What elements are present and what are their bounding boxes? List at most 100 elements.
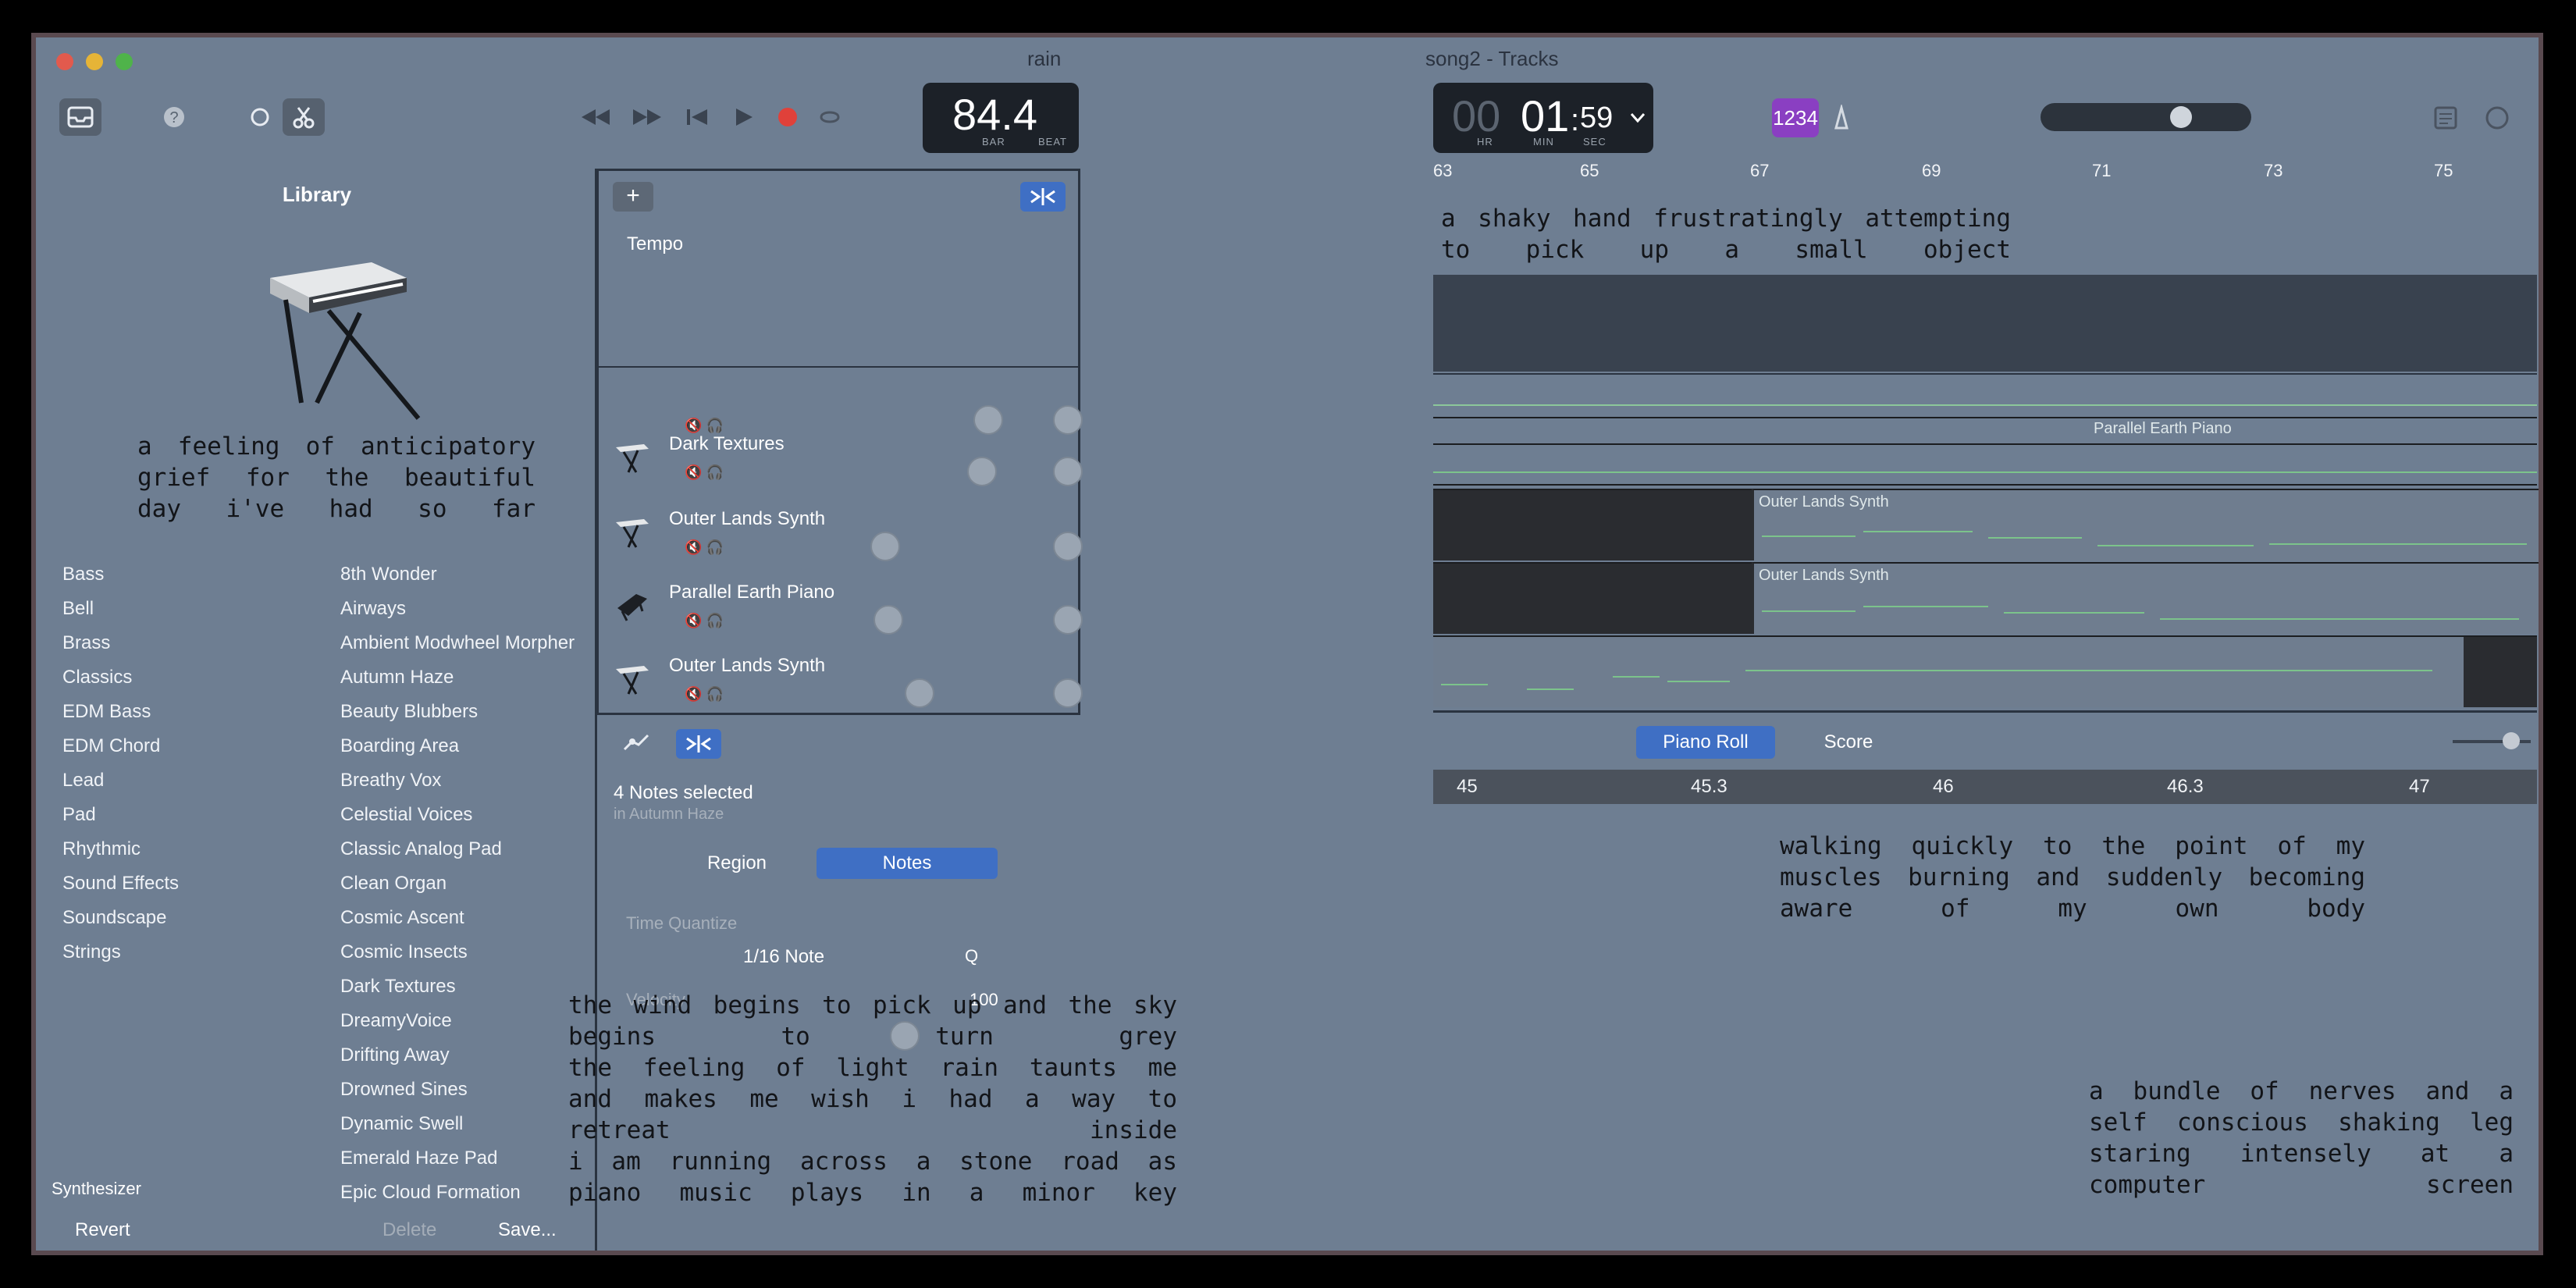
- library-footer-label: Synthesizer: [52, 1179, 141, 1198]
- close-button[interactable]: [56, 53, 73, 70]
- library-patch[interactable]: Breathy Vox: [340, 763, 575, 798]
- tab-piano-roll[interactable]: Piano Roll: [1636, 726, 1775, 759]
- mute-icon[interactable]: 🔇: [685, 686, 702, 702]
- help-button[interactable]: ?: [153, 98, 195, 136]
- track-name[interactable]: Outer Lands Synth: [669, 655, 825, 677]
- library-category[interactable]: EDM Bass: [62, 695, 179, 729]
- track-volume-slider[interactable]: [905, 678, 934, 708]
- fast-forward-button[interactable]: [626, 98, 668, 136]
- library-category[interactable]: Bell: [62, 592, 179, 626]
- track-pan-knob[interactable]: [1053, 605, 1083, 635]
- library-category[interactable]: Lead: [62, 763, 179, 798]
- region-parallel-earth-piano[interactable]: Parallel Earth Piano: [2094, 420, 2232, 438]
- headphones-icon[interactable]: 🎧: [706, 686, 723, 702]
- track-name[interactable]: Parallel Earth Piano: [669, 582, 834, 603]
- library-patch[interactable]: Cosmic Insects: [340, 935, 575, 970]
- loop-browser-icon[interactable]: [2484, 105, 2510, 131]
- overlay-line: the feeling of light rain taunts me: [568, 1054, 1177, 1082]
- master-volume-slider[interactable]: [2041, 103, 2251, 131]
- mute-icon[interactable]: 🔇: [685, 539, 702, 555]
- play-button[interactable]: [723, 98, 765, 136]
- pr-ruler-46: 46: [1933, 776, 1954, 797]
- library-patch[interactable]: Cosmic Ascent: [340, 901, 575, 935]
- library-category[interactable]: Strings: [62, 935, 179, 970]
- library-category[interactable]: Bass: [62, 557, 179, 592]
- track-pan-knob[interactable]: [1053, 532, 1083, 561]
- go-to-beginning-button[interactable]: [676, 98, 718, 136]
- library-patch[interactable]: Beauty Blubbers: [340, 695, 575, 729]
- track-name[interactable]: Dark Textures: [669, 433, 785, 455]
- minimize-button[interactable]: [86, 53, 103, 70]
- tab-score[interactable]: Score: [1808, 726, 1889, 759]
- chevron-down-icon[interactable]: [1630, 112, 1646, 123]
- rewind-button[interactable]: [575, 98, 617, 136]
- library-category[interactable]: Pad: [62, 798, 179, 832]
- headphones-icon[interactable]: 🎧: [706, 418, 723, 433]
- track-0-pan[interactable]: [1053, 405, 1083, 435]
- editors-button[interactable]: [283, 98, 325, 136]
- track-name[interactable]: Outer Lands Synth: [669, 508, 825, 530]
- mute-icon[interactable]: 🔇: [685, 613, 702, 628]
- library-patch[interactable]: Epic Cloud Formation: [340, 1176, 575, 1210]
- library-patch[interactable]: Drowned Sines: [340, 1073, 575, 1107]
- library-patch[interactable]: 8th Wonder: [340, 557, 575, 592]
- mute-icon[interactable]: 🔇: [685, 464, 702, 480]
- library-patch[interactable]: Dark Textures: [340, 970, 575, 1004]
- library-button[interactable]: [59, 98, 101, 136]
- quantize-button[interactable]: Q: [965, 946, 978, 966]
- library-category[interactable]: EDM Chord: [62, 729, 179, 763]
- tab-notes[interactable]: Notes: [817, 848, 998, 879]
- library-patch[interactable]: Drifting Away: [340, 1038, 575, 1073]
- record-button[interactable]: [767, 98, 809, 136]
- library-patch[interactable]: Airways: [340, 592, 575, 626]
- library-patch[interactable]: Ambient Modwheel Morpher: [340, 626, 575, 660]
- track-volume-slider[interactable]: [967, 457, 997, 486]
- time-quantize-select[interactable]: 1/16 Note: [743, 946, 824, 968]
- save-button[interactable]: Save...: [498, 1219, 557, 1241]
- region-outer-lands-synth-1[interactable]: Outer Lands Synth: [1752, 489, 2539, 560]
- library-patch[interactable]: Boarding Area: [340, 729, 575, 763]
- editor-catch-button[interactable]: [676, 729, 721, 759]
- add-track-button[interactable]: +: [613, 182, 653, 212]
- region-synth-3[interactable]: [1433, 635, 2464, 707]
- metronome-icon[interactable]: [1828, 105, 1855, 131]
- library-category[interactable]: Sound Effects: [62, 866, 179, 901]
- track-0-volume[interactable]: [973, 405, 1003, 435]
- library-patch[interactable]: Clean Organ: [340, 866, 575, 901]
- library-patch[interactable]: Emerald Haze Pad: [340, 1141, 575, 1176]
- library-category[interactable]: Classics: [62, 660, 179, 695]
- tab-region[interactable]: Region: [651, 848, 823, 879]
- library-category[interactable]: Rhythmic: [62, 832, 179, 866]
- mute-icon[interactable]: 🔇: [685, 418, 702, 433]
- headphones-icon[interactable]: 🎧: [706, 539, 723, 555]
- cycle-button[interactable]: [809, 98, 851, 136]
- library-patch[interactable]: Dynamic Swell: [340, 1107, 575, 1141]
- track-volume-slider[interactable]: [870, 532, 900, 561]
- track-pan-knob[interactable]: [1053, 678, 1083, 708]
- library-patch[interactable]: DreamyVoice: [340, 1004, 575, 1038]
- count-in-button[interactable]: 1234: [1772, 98, 1819, 137]
- piano-roll-ruler[interactable]: 45 45.3 46 46.3 47: [1433, 770, 2537, 804]
- library-category[interactable]: Brass: [62, 626, 179, 660]
- delete-button[interactable]: Delete: [382, 1219, 436, 1241]
- zoom-button[interactable]: [116, 53, 133, 70]
- notepad-icon[interactable]: [2432, 105, 2459, 131]
- library-category[interactable]: Soundscape: [62, 901, 179, 935]
- headphones-icon[interactable]: 🎧: [706, 464, 723, 480]
- region-outer-lands-synth-2[interactable]: Outer Lands Synth: [1752, 562, 2539, 634]
- volume-knob[interactable]: [2170, 106, 2192, 128]
- zoom-slider[interactable]: [2453, 732, 2531, 749]
- headphones-icon[interactable]: 🎧: [706, 613, 723, 628]
- lcd-time[interactable]: 00 01 : 59 HR MIN SEC: [1433, 83, 1653, 153]
- automation-icon[interactable]: [621, 731, 653, 754]
- track-pan-knob[interactable]: [1053, 457, 1083, 486]
- catch-playhead-button[interactable]: [1020, 182, 1066, 212]
- library-patch[interactable]: Celestial Voices: [340, 798, 575, 832]
- smart-controls-button[interactable]: [239, 98, 281, 136]
- revert-button[interactable]: Revert: [75, 1219, 130, 1241]
- lcd-position[interactable]: 84.4 BAR BEAT: [923, 83, 1079, 153]
- library-patch[interactable]: Classic Analog Pad: [340, 832, 575, 866]
- library-patch[interactable]: Autumn Haze: [340, 660, 575, 695]
- tempo-lane[interactable]: [1433, 275, 2537, 372]
- track-volume-slider[interactable]: [873, 605, 903, 635]
